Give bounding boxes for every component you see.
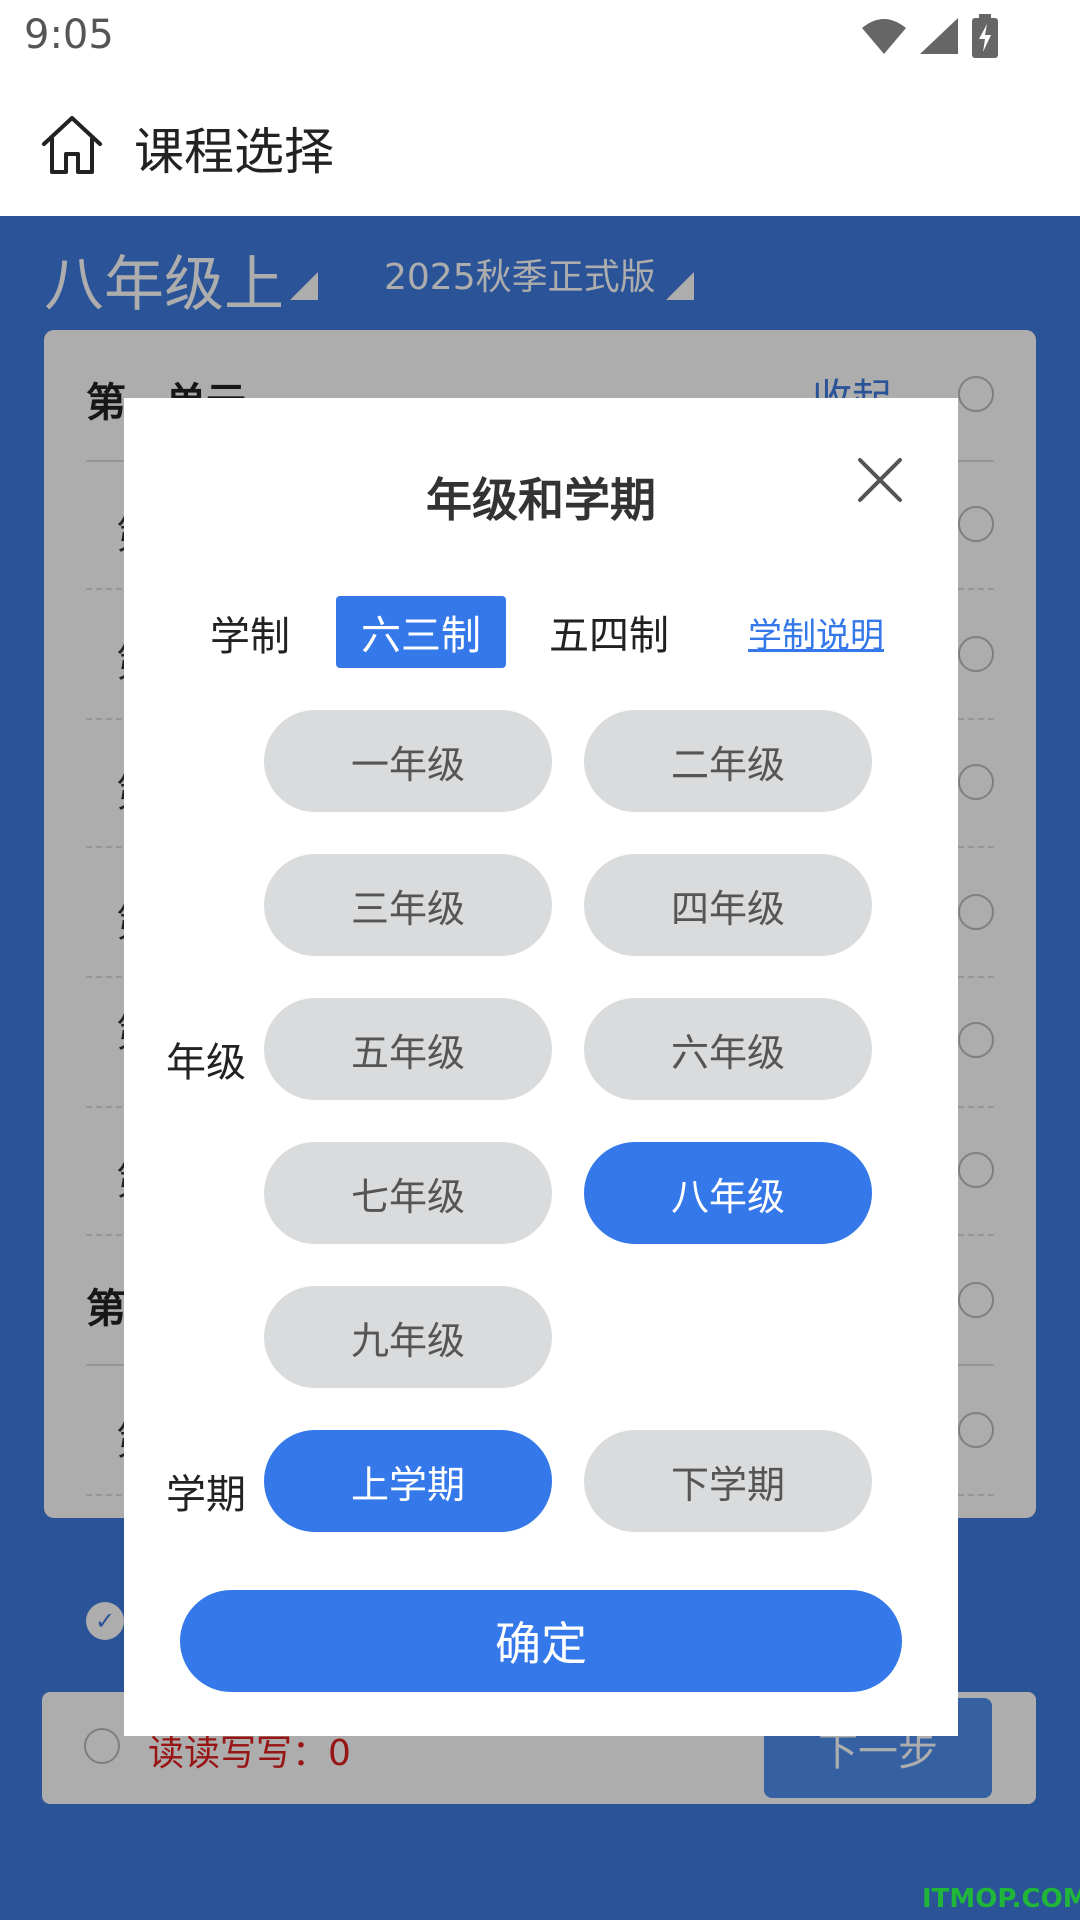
grade-term-dialog: 年级和学期 学制 六三制 五四制 学制说明 一年级 二年级 三年级 四年级 年级… bbox=[124, 398, 958, 1736]
system-option-six-three[interactable]: 六三制 bbox=[336, 596, 506, 668]
home-button[interactable] bbox=[38, 112, 106, 180]
confirm-button[interactable]: 确定 bbox=[180, 1590, 902, 1692]
term-option-second[interactable]: 下学期 bbox=[584, 1430, 872, 1532]
close-icon bbox=[858, 458, 902, 502]
grade-option-4[interactable]: 四年级 bbox=[584, 854, 872, 956]
dialog-title: 年级和学期 bbox=[426, 473, 656, 527]
grade-option-6[interactable]: 六年级 bbox=[584, 998, 872, 1100]
school-system-label: 学制 bbox=[210, 614, 290, 660]
grade-option-3[interactable]: 三年级 bbox=[264, 854, 552, 956]
app-bar: 课程选择 bbox=[0, 72, 1080, 216]
grade-option-9[interactable]: 九年级 bbox=[264, 1286, 552, 1388]
term-label: 学期 bbox=[166, 1472, 246, 1518]
status-icons bbox=[860, 14, 1000, 58]
grade-option-8[interactable]: 八年级 bbox=[584, 1142, 872, 1244]
page-title: 课程选择 bbox=[134, 123, 334, 181]
grade-option-1[interactable]: 一年级 bbox=[264, 710, 552, 812]
system-option-five-four[interactable]: 五四制 bbox=[534, 596, 684, 668]
grade-label: 年级 bbox=[166, 1040, 246, 1086]
home-icon bbox=[42, 116, 102, 174]
close-button[interactable] bbox=[854, 454, 906, 506]
wifi-icon bbox=[862, 19, 906, 54]
status-time: 9:05 bbox=[24, 12, 114, 58]
watermark: ITMOP.COM bbox=[922, 1884, 1080, 1914]
battery-charging-icon bbox=[972, 14, 998, 58]
grade-option-2[interactable]: 二年级 bbox=[584, 710, 872, 812]
school-system-help-link[interactable]: 学制说明 bbox=[748, 608, 884, 657]
grade-option-7[interactable]: 七年级 bbox=[264, 1142, 552, 1244]
signal-icon bbox=[920, 18, 958, 54]
grade-option-5[interactable]: 五年级 bbox=[264, 998, 552, 1100]
status-bar: 9:05 bbox=[0, 0, 1080, 72]
term-option-first[interactable]: 上学期 bbox=[264, 1430, 552, 1532]
